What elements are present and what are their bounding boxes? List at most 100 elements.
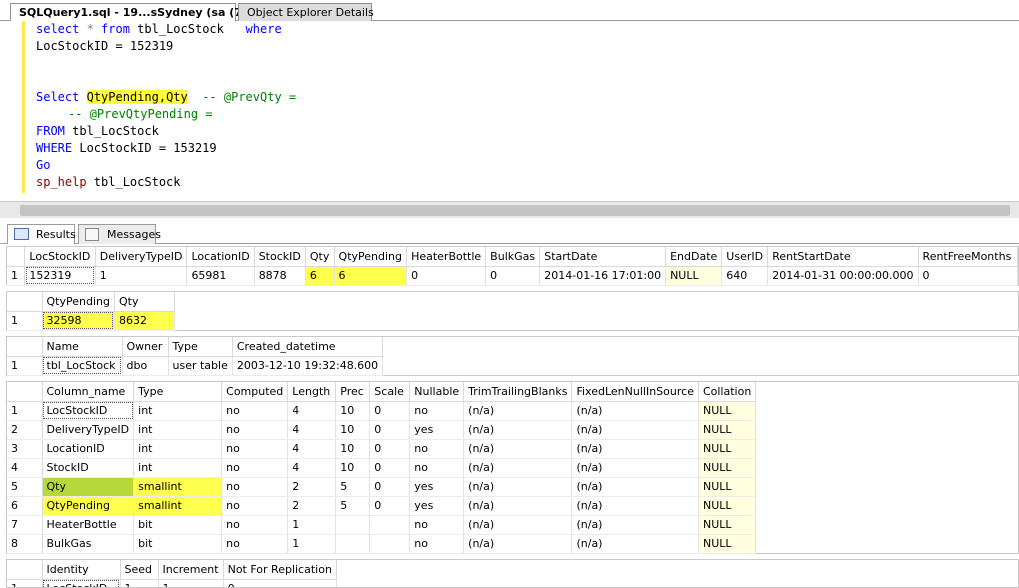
col-header[interactable]: Not For Replication xyxy=(223,560,337,580)
grid-cell[interactable]: (n/a) xyxy=(571,439,699,459)
editor-horizontal-scrollbar[interactable] xyxy=(0,201,1019,218)
grid-cell[interactable]: BulkGas xyxy=(42,534,135,554)
grid-cell[interactable]: StockID xyxy=(42,458,135,478)
grid-cell[interactable]: 0 xyxy=(369,401,411,421)
col-header[interactable]: Collation xyxy=(698,382,757,402)
col-header[interactable]: Increment xyxy=(158,560,224,580)
grid-cell[interactable]: 5 xyxy=(335,496,371,516)
row-number[interactable]: 8 xyxy=(7,534,43,554)
grid-cell[interactable] xyxy=(369,515,411,535)
grid-cell[interactable]: (n/a) xyxy=(463,401,573,421)
col-header[interactable]: Qty xyxy=(305,247,335,267)
col-header[interactable]: QtyPending xyxy=(42,292,115,312)
col-header[interactable]: StockID xyxy=(254,247,306,267)
grid-cell[interactable]: 1 xyxy=(287,534,337,554)
col-header[interactable]: Type xyxy=(133,382,223,402)
col-header[interactable]: FixedLenNullInSource xyxy=(571,382,699,402)
row-number[interactable]: 7 xyxy=(7,515,43,535)
row-number[interactable]: 1 xyxy=(7,266,26,286)
grid-cell[interactable]: 5 xyxy=(335,477,371,497)
grid-cell[interactable]: NULL xyxy=(698,534,757,554)
col-header[interactable]: Scale xyxy=(369,382,411,402)
grid-cell[interactable]: 1 xyxy=(158,579,224,587)
grid-cell[interactable]: no xyxy=(221,515,289,535)
table-row[interactable]: 1 32598 8632 xyxy=(7,311,175,331)
grid-cell[interactable]: yes xyxy=(409,420,465,440)
grid-cell[interactable]: (n/a) xyxy=(571,477,699,497)
grid-cell[interactable]: smallint xyxy=(133,496,223,516)
table-row[interactable]: 5 Qty smallint no 2 5 0 yes (n/a) (n/a) … xyxy=(7,477,757,497)
grid-cell[interactable]: 6 xyxy=(305,266,335,286)
grid-cell[interactable]: 1 xyxy=(287,515,337,535)
grid-cell[interactable]: 0 xyxy=(369,420,411,440)
col-header[interactable]: Prec xyxy=(335,382,371,402)
col-header[interactable]: Computed xyxy=(221,382,289,402)
grid-cell[interactable]: int xyxy=(133,458,223,478)
grid-cell[interactable]: smallint xyxy=(133,477,223,497)
grid-cell[interactable]: 0 xyxy=(369,439,411,459)
grid-cell[interactable]: tbl_LocStock xyxy=(42,356,123,376)
col-header[interactable]: RentStartDate xyxy=(767,247,919,267)
grid-cell[interactable]: (n/a) xyxy=(571,458,699,478)
col-header[interactable]: RentFreeMonths xyxy=(918,247,1019,267)
col-header[interactable]: Length xyxy=(287,382,337,402)
grid-cell[interactable]: 8878 xyxy=(254,266,306,286)
grid-cell[interactable]: no xyxy=(409,458,465,478)
row-number[interactable]: 3 xyxy=(7,439,43,459)
result-grid-1[interactable]: LocStockID DeliveryTypeID LocationID Sto… xyxy=(6,246,1019,286)
grid-cell[interactable]: LocStockID xyxy=(42,579,121,587)
query-editor[interactable]: select * from tbl_LocStock where LocStoc… xyxy=(0,21,1019,201)
col-header[interactable]: Nullable xyxy=(409,382,465,402)
tab-messages[interactable]: Messages xyxy=(78,224,161,244)
grid-cell[interactable]: no xyxy=(409,534,465,554)
grid-cell[interactable]: no xyxy=(409,515,465,535)
grid-cell[interactable]: QtyPending xyxy=(42,496,135,516)
row-number[interactable]: 5 xyxy=(7,477,43,497)
grid-cell[interactable]: (n/a) xyxy=(463,496,573,516)
grid-cell[interactable]: no xyxy=(409,439,465,459)
grid-cell[interactable]: 1 xyxy=(120,579,159,587)
grid-cell[interactable]: no xyxy=(221,401,289,421)
grid-cell[interactable]: NULL xyxy=(698,439,757,459)
grid-cell[interactable]: 1 xyxy=(95,266,188,286)
grid-cell[interactable]: (n/a) xyxy=(571,401,699,421)
col-header[interactable]: Qty xyxy=(114,292,175,312)
grid-cell[interactable]: HeaterBottle xyxy=(42,515,135,535)
grid-cell[interactable]: 10 xyxy=(335,401,371,421)
grid-cell[interactable]: int xyxy=(133,420,223,440)
table-row[interactable]: 3 LocationID int no 4 10 0 no (n/a) (n/a… xyxy=(7,439,757,459)
col-header[interactable]: LocationID xyxy=(186,247,255,267)
grid-cell[interactable]: 4 xyxy=(287,420,337,440)
col-header[interactable]: QtyPending xyxy=(334,247,408,267)
row-number[interactable]: 1 xyxy=(7,356,43,376)
row-number[interactable]: 4 xyxy=(7,458,43,478)
col-header[interactable]: LocStockID xyxy=(24,247,96,267)
row-number[interactable]: 2 xyxy=(7,420,43,440)
grid-cell[interactable]: 0 xyxy=(369,477,411,497)
col-header[interactable]: Identity xyxy=(42,560,121,580)
grid-cell[interactable]: 0 xyxy=(485,266,541,286)
grid-cell[interactable] xyxy=(335,515,371,535)
tab-sqlquery1[interactable]: SQLQuery1.sql - 19...sSydney (sa (73))* xyxy=(10,3,265,21)
grid-cell[interactable]: NULL xyxy=(698,496,757,516)
col-header[interactable]: UserID xyxy=(721,247,769,267)
grid-cell[interactable]: no xyxy=(221,477,289,497)
grid-cell[interactable]: yes xyxy=(409,477,465,497)
grid-cell[interactable]: (n/a) xyxy=(571,515,699,535)
grid-cell[interactable]: 2 xyxy=(287,477,337,497)
grid-cell[interactable]: 640 xyxy=(721,266,769,286)
grid-cell[interactable]: 2014-01-16 17:01:00 xyxy=(539,266,667,286)
grid-cell[interactable]: 4 xyxy=(287,401,337,421)
col-header[interactable]: TrimTrailingBlanks xyxy=(463,382,573,402)
grid-cell[interactable]: (n/a) xyxy=(571,420,699,440)
grid-cell[interactable]: 4 xyxy=(287,458,337,478)
grid-cell[interactable]: no xyxy=(221,439,289,459)
grid-cell[interactable]: 65981 xyxy=(186,266,255,286)
table-row[interactable]: 6 QtyPending smallint no 2 5 0 yes (n/a)… xyxy=(7,496,757,516)
grid-cell[interactable] xyxy=(335,534,371,554)
grid-cell[interactable]: no xyxy=(221,458,289,478)
grid-cell[interactable]: 0 xyxy=(223,579,337,587)
result-grid-4[interactable]: Column_name Type Computed Length Prec Sc… xyxy=(6,381,1019,554)
grid-cell[interactable]: (n/a) xyxy=(463,439,573,459)
grid-cell[interactable]: int xyxy=(133,439,223,459)
